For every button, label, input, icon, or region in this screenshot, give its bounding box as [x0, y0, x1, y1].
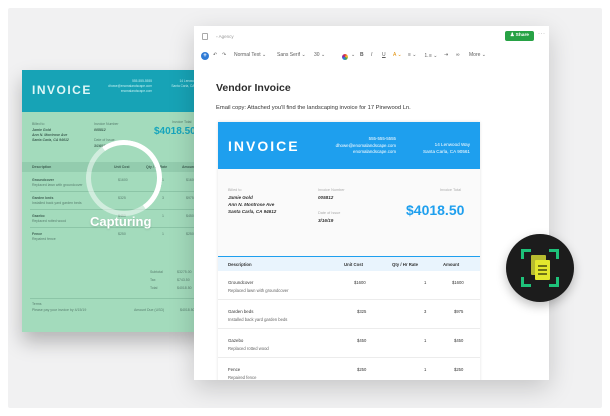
bold-button[interactable]: B	[360, 52, 364, 58]
captured-invoice-title: INVOICE	[32, 83, 92, 97]
text-color-button[interactable]: A ⌄	[393, 52, 402, 58]
captured-tax: $743.50	[177, 278, 190, 282]
document-editor-window: ▫ Agency ♟ Share ··· + ↶ ↷ Normal Text ⌄…	[194, 26, 549, 380]
date-of-issue-label: Date of Issue	[318, 211, 341, 215]
more-menu[interactable]: More ⌄	[469, 52, 486, 58]
billed-to: Jamie Gold Ann N. Montrose Ave Santa Car…	[228, 195, 277, 214]
billed-to-label: Billed to	[228, 188, 242, 192]
email-copy-line[interactable]: Email copy: Attached you'll find the lan…	[216, 105, 411, 111]
plus-circle-icon[interactable]: +	[201, 52, 209, 60]
captured-terms-divider	[30, 298, 201, 299]
redo-icon[interactable]: ↷	[222, 52, 226, 58]
invoice-contact: 555-555-5555 dhowe@enomalandscape.com en…	[335, 136, 396, 154]
table-row: Gazebo Replaced rotted wood $450 1 $450	[218, 329, 480, 358]
link-icon[interactable]: ∞	[456, 52, 460, 58]
chevron-down-icon[interactable]: ⌄	[351, 52, 355, 58]
captured-terms-text: Please pay your invoice by 4/15/19	[32, 308, 87, 312]
captured-amount-due: $4018.50	[180, 308, 195, 312]
invoice-header: INVOICE 555-555-5555 dhowe@enomalandscap…	[218, 122, 480, 169]
font-dropdown[interactable]: Sans Serif ⌄	[277, 52, 306, 58]
numbered-list-icon[interactable]: ⒈≡ ⌄	[424, 52, 438, 59]
formatting-toolbar: + ↶ ↷ Normal Text ⌄ Sans Serif ⌄ 30 ⌄ ⌄ …	[194, 48, 549, 64]
captured-invoice-number-label: Invoice Number	[94, 122, 119, 126]
captured-invoice-contact: 555-555-5555 dhowe@enomalandscape.com en…	[108, 79, 152, 93]
captured-invoice-header: INVOICE 555-555-5555 dhowe@enomalandscap…	[22, 70, 209, 112]
document-scan-icon	[506, 234, 574, 302]
capturing-label: Capturing	[90, 214, 152, 229]
captured-billed-to: Jamie Gold Ann N. Montrose Ave Santa Car…	[32, 128, 69, 142]
captured-total-row-label: Total	[150, 286, 158, 290]
captured-subtotal: $3275.00	[177, 270, 192, 274]
captured-terms-label: Terms	[32, 302, 42, 306]
invoice-table-header: Description Unit Cost Qty / Hr Rate Amou…	[218, 257, 480, 271]
font-size-dropdown[interactable]: 30 ⌄	[314, 52, 325, 58]
color-palette-icon[interactable]	[342, 54, 348, 60]
invoice-number-label: Invoice Number	[318, 188, 345, 192]
document-icon	[202, 33, 208, 40]
date-of-issue: 3/16/19	[318, 218, 334, 223]
col-unit-cost: Unit Cost	[344, 262, 364, 267]
captured-tax-label: Tax	[150, 278, 156, 282]
invoice-address: 14 Lenwood Way Santa Carla, CA 90561	[423, 142, 470, 154]
col-amount: Amount	[443, 262, 460, 267]
captured-amount-due-label: Amount Due (USD)	[134, 308, 165, 312]
table-row: Garden beds Installed back yard garden b…	[218, 300, 480, 329]
page-title[interactable]: Vendor Invoice	[216, 82, 291, 94]
invoice-number: 005812	[318, 195, 334, 200]
text-style-dropdown[interactable]: Normal Text ⌄	[234, 52, 266, 58]
captured-invoice-number: 005812	[94, 128, 106, 132]
indent-icon[interactable]: ⇥	[444, 52, 448, 58]
invoice-total: $4018.50	[406, 202, 465, 218]
invoice-total-label: Invoice Total	[440, 188, 462, 192]
captured-total: $4018.50	[154, 126, 196, 137]
captured-total-row: $4018.50	[177, 286, 192, 290]
col-qty-hr-rate: Qty / Hr Rate	[392, 262, 419, 267]
table-row: Groundcover Replaced lawn with groundcov…	[218, 271, 480, 300]
editor-top-bar: ▫ Agency ♟ Share ···	[194, 26, 549, 46]
captured-col-description: Description	[32, 165, 52, 169]
embedded-invoice: INVOICE 555-555-5555 dhowe@enomalandscap…	[218, 122, 480, 380]
stage: INVOICE 555-555-5555 dhowe@enomalandscap…	[8, 8, 602, 408]
align-icon[interactable]: ≡ ⌄	[408, 52, 417, 58]
italic-button[interactable]: I	[371, 52, 372, 58]
captured-subtotal-label: Subtotal	[150, 270, 163, 274]
captured-total-label: Invoice Total	[172, 120, 192, 124]
undo-icon[interactable]: ↶	[213, 52, 217, 58]
captured-invoice: INVOICE 555-555-5555 dhowe@enomalandscap…	[22, 70, 209, 332]
table-row: Fence Repaired fence $250 1 $250	[228, 367, 464, 380]
invoice-title: INVOICE	[228, 138, 300, 154]
captured-billed-to-label: Billed to	[32, 122, 45, 126]
breadcrumb[interactable]: ▫ Agency	[216, 34, 234, 39]
share-button[interactable]: ♟ Share	[505, 31, 534, 41]
more-options-icon[interactable]: ···	[538, 31, 546, 37]
underline-button[interactable]: U	[382, 52, 386, 58]
col-description: Description	[228, 262, 252, 267]
